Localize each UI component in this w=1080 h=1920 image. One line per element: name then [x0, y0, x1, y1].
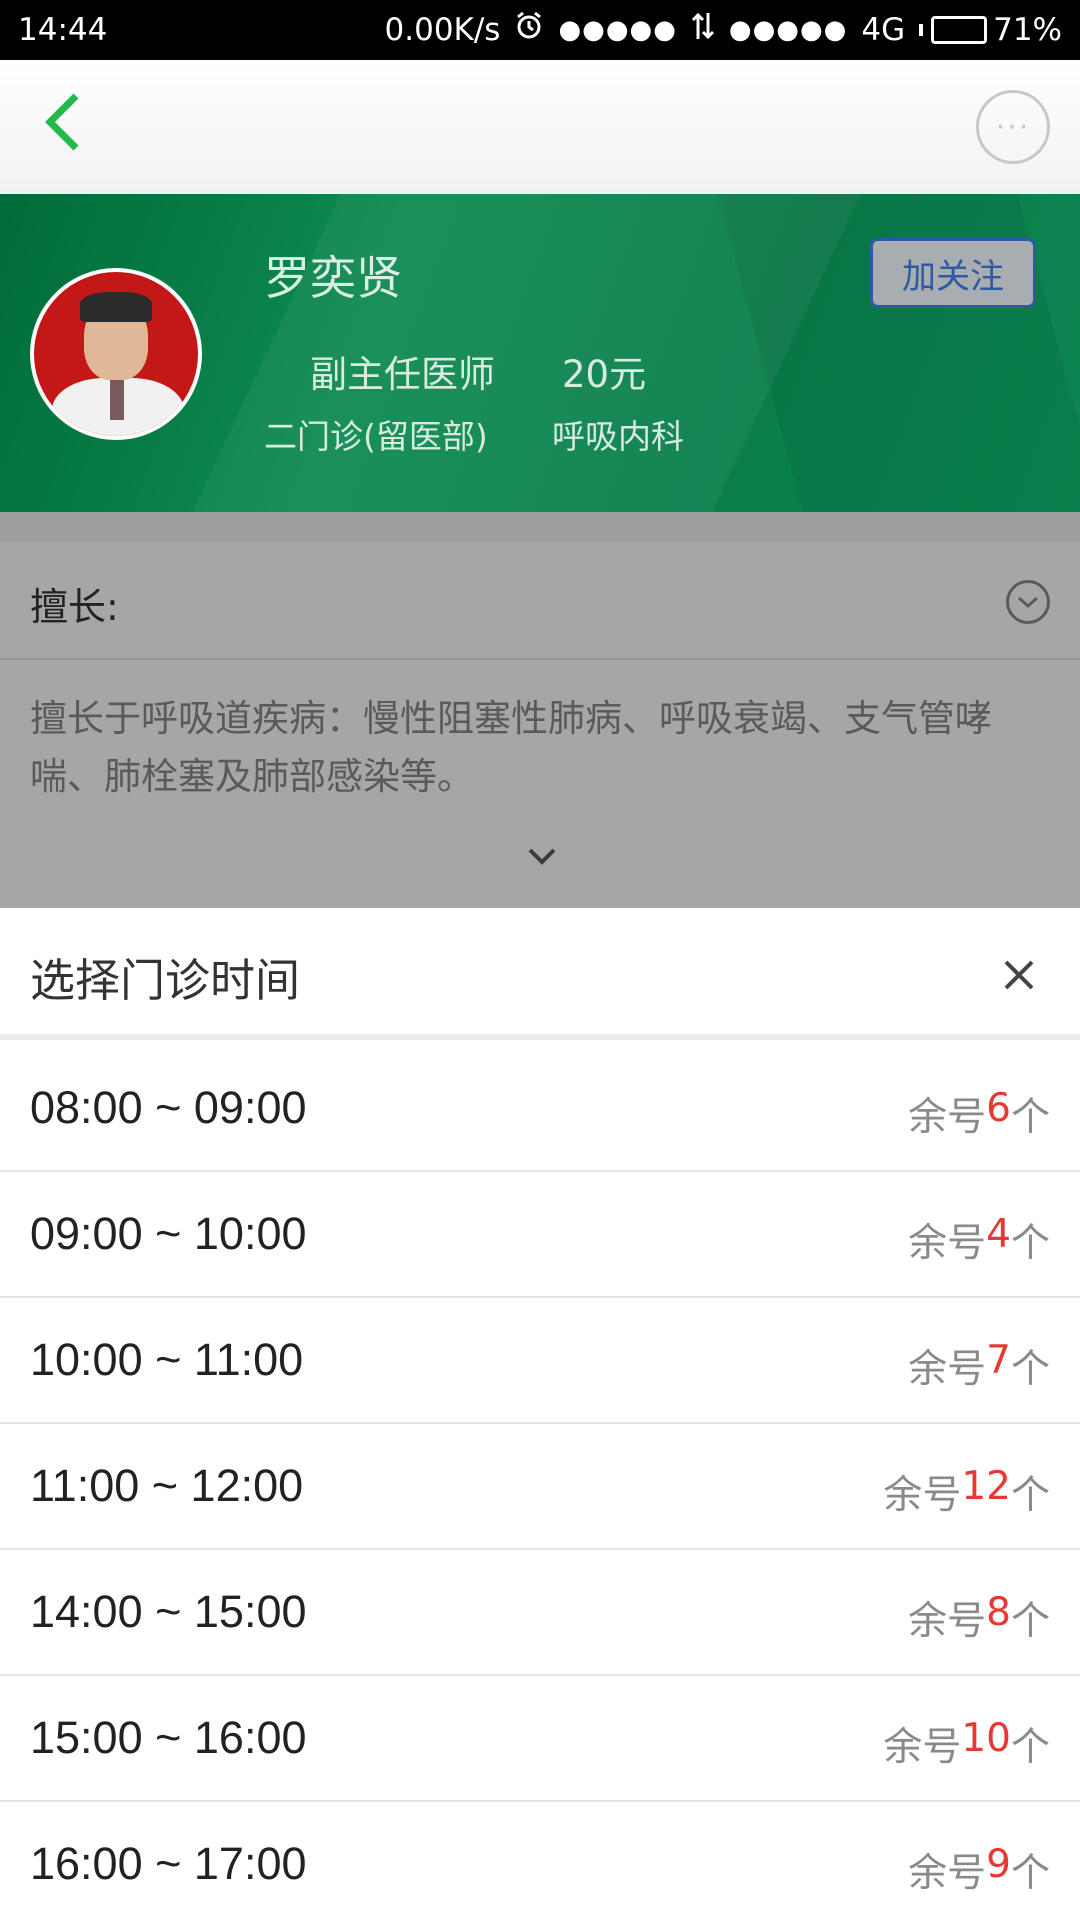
remaining-prefix: 余号 — [883, 1473, 962, 1518]
specialty-label: 擅长: — [30, 585, 119, 629]
more-dots-icon: ··· — [995, 109, 1031, 145]
doctor-fee: 20元 — [562, 353, 647, 396]
slot-remaining: 余号 8 个 — [908, 1590, 1050, 1646]
time-slot-row[interactable]: 09:00 ~ 10:00 余号 4 个 — [0, 1172, 1080, 1298]
remaining-suffix: 个 — [1010, 1473, 1050, 1518]
specialty-header[interactable]: 擅长: — [0, 542, 1080, 660]
slot-remaining: 余号 6 个 — [908, 1086, 1050, 1142]
sheet-title: 选择门诊时间 — [30, 954, 301, 1007]
battery-icon — [931, 16, 988, 44]
slot-remaining: 余号 4 个 — [908, 1212, 1050, 1268]
alarm-icon — [514, 11, 544, 49]
signal-strength-1: ●●●●● — [558, 15, 677, 45]
remaining-count: 12 — [961, 1464, 1011, 1509]
remaining-count: 9 — [986, 1842, 1011, 1887]
time-selection-sheet: 选择门诊时间 08:00 ~ 09:00 余号 6 个 09:00 ~ 10:00 余号 4… — [0, 908, 1080, 1920]
status-time: 14:44 — [18, 12, 108, 48]
time-slot-row[interactable]: 15:00 ~ 16:00 余号 10 个 — [0, 1676, 1080, 1802]
slot-time: 16:00 ~ 17:00 — [30, 1838, 307, 1889]
slot-remaining: 余号 7 个 — [908, 1338, 1050, 1394]
remaining-prefix: 余号 — [908, 1221, 987, 1266]
doctor-header: 罗奕贤 副主任医师 20元 二门诊(留医部) 呼吸内科 加关注 — [0, 194, 1080, 512]
doctor-clinic: 二门诊(留医部) — [264, 417, 488, 456]
avatar-tie — [110, 380, 124, 420]
remaining-count: 10 — [961, 1716, 1011, 1761]
signal-strength-2: ●●●●● — [728, 15, 848, 45]
slot-time: 15:00 ~ 16:00 — [30, 1712, 307, 1763]
remaining-count: 4 — [986, 1212, 1011, 1257]
slot-remaining: 余号 9 个 — [908, 1842, 1050, 1898]
time-slot-row[interactable]: 14:00 ~ 15:00 余号 8 个 — [0, 1550, 1080, 1676]
slot-remaining: 余号 10 个 — [883, 1716, 1050, 1772]
remaining-prefix: 余号 — [908, 1095, 987, 1140]
remaining-suffix: 个 — [1010, 1599, 1050, 1644]
remaining-suffix: 个 — [1010, 1725, 1050, 1770]
time-slot-row[interactable]: 10:00 ~ 11:00 余号 7 个 — [0, 1298, 1080, 1424]
doctor-name: 罗奕贤 — [264, 251, 402, 305]
nav-bar: ··· — [0, 60, 1080, 194]
section-gap — [0, 512, 1080, 542]
close-button[interactable] — [998, 954, 1040, 996]
remaining-count: 8 — [986, 1590, 1011, 1635]
slot-remaining: 余号 12 个 — [883, 1464, 1050, 1520]
remaining-suffix: 个 — [1010, 1851, 1050, 1896]
battery-percent: 71% — [993, 12, 1062, 48]
back-button[interactable] — [36, 90, 106, 160]
remaining-count: 7 — [986, 1338, 1011, 1383]
slot-time: 10:00 ~ 11:00 — [30, 1334, 304, 1385]
chevron-left-icon — [45, 93, 79, 151]
battery-tip — [919, 24, 924, 36]
slot-time: 11:00 ~ 12:00 — [30, 1460, 304, 1511]
remaining-prefix: 余号 — [908, 1851, 987, 1896]
remaining-suffix: 个 — [1010, 1095, 1050, 1140]
time-slot-row[interactable]: 08:00 ~ 09:00 余号 6 个 — [0, 1046, 1080, 1172]
chevron-down-icon[interactable] — [522, 842, 562, 872]
doctor-title: 副主任医师 — [310, 353, 495, 396]
network-speed: 0.00K/s — [384, 12, 501, 48]
doctor-avatar — [30, 268, 202, 440]
doctor-department: 呼吸内科 — [552, 417, 684, 456]
chevron-down-circle-icon[interactable] — [1006, 580, 1050, 624]
specialty-text: 擅长于呼吸道疾病：慢性阻塞性肺病、呼吸衰竭、支气管哮喘、肺栓塞及肺部感染等。 — [30, 697, 992, 798]
remaining-suffix: 个 — [1010, 1347, 1050, 1392]
data-transfer-icon — [691, 11, 715, 49]
time-slot-row[interactable]: 16:00 ~ 17:00 余号 9 个 — [0, 1802, 1080, 1920]
time-slot-list: 08:00 ~ 09:00 余号 6 个 09:00 ~ 10:00 余号 4 个 10:00 … — [0, 1046, 1080, 1920]
status-indicators: 0.00K/s ●●●●● ●●●●● 4G 71% — [385, 11, 1062, 49]
close-icon — [1004, 960, 1034, 990]
remaining-suffix: 个 — [1010, 1221, 1050, 1266]
slot-time: 14:00 ~ 15:00 — [30, 1586, 307, 1637]
sheet-header: 选择门诊时间 — [0, 908, 1080, 1040]
remaining-prefix: 余号 — [883, 1725, 962, 1770]
status-bar: 14:44 0.00K/s ●●●●● ●●●●● 4G 71% — [0, 0, 1080, 60]
more-button[interactable]: ··· — [976, 90, 1050, 164]
slot-time: 08:00 ~ 09:00 — [30, 1082, 307, 1133]
network-type: 4G — [861, 12, 906, 48]
remaining-prefix: 余号 — [908, 1599, 987, 1644]
slot-time: 09:00 ~ 10:00 — [30, 1208, 307, 1259]
specialty-section: 擅长: 擅长于呼吸道疾病：慢性阻塞性肺病、呼吸衰竭、支气管哮喘、肺栓塞及肺部感染… — [0, 542, 1080, 908]
time-slot-row[interactable]: 11:00 ~ 12:00 余号 12 个 — [0, 1424, 1080, 1550]
follow-button[interactable]: 加关注 — [870, 238, 1036, 308]
avatar-hair — [80, 292, 152, 322]
remaining-prefix: 余号 — [908, 1347, 987, 1392]
battery-indicator: 71% — [919, 12, 1062, 48]
remaining-count: 6 — [986, 1086, 1011, 1131]
